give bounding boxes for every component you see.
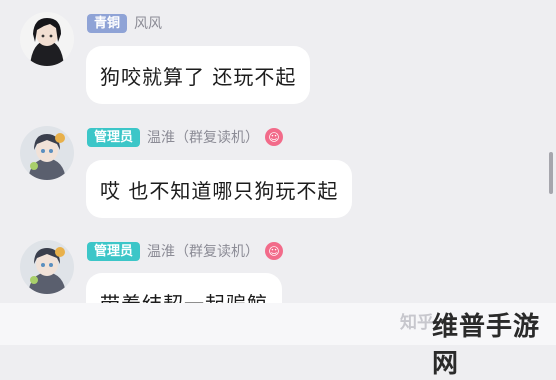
avatar[interactable] <box>20 240 74 294</box>
smile-emoji-icon: ☺ <box>265 128 284 146</box>
admin-badge: 管理员 <box>87 241 141 261</box>
message-text: 哎 也不知道哪只狗玩不起 <box>100 178 339 203</box>
scrollbar-thumb[interactable] <box>549 152 553 194</box>
sender-name[interactable]: 温淮（群复读机） <box>147 241 259 261</box>
message-bubble[interactable]: 哎 也不知道哪只狗玩不起 <box>86 160 353 218</box>
zhihu-watermark: 知乎 <box>400 313 434 333</box>
message-meta: 管理员 温淮（群复读机） ☺ <box>87 126 284 148</box>
sender-name[interactable]: 风风 <box>134 13 162 33</box>
smile-emoji-icon: ☺ <box>265 242 284 260</box>
site-watermark: 维普手游网 <box>432 312 541 379</box>
message-meta: 青铜 风风 <box>87 12 162 34</box>
message-text: 狗咬就算了 还玩不起 <box>100 64 297 89</box>
avatar[interactable] <box>20 126 74 180</box>
message-meta: 管理员 温淮（群复读机） ☺ <box>87 240 284 262</box>
avatar[interactable] <box>20 12 74 66</box>
sender-name[interactable]: 温淮（群复读机） <box>147 127 259 147</box>
rank-badge: 青铜 <box>87 13 128 33</box>
avatar-dark-hair-icon <box>20 12 74 66</box>
avatar-anime-girl-icon <box>20 240 74 294</box>
admin-badge: 管理员 <box>87 127 141 147</box>
message-bubble[interactable]: 狗咬就算了 还玩不起 <box>86 46 311 104</box>
avatar-anime-girl-icon <box>20 126 74 180</box>
